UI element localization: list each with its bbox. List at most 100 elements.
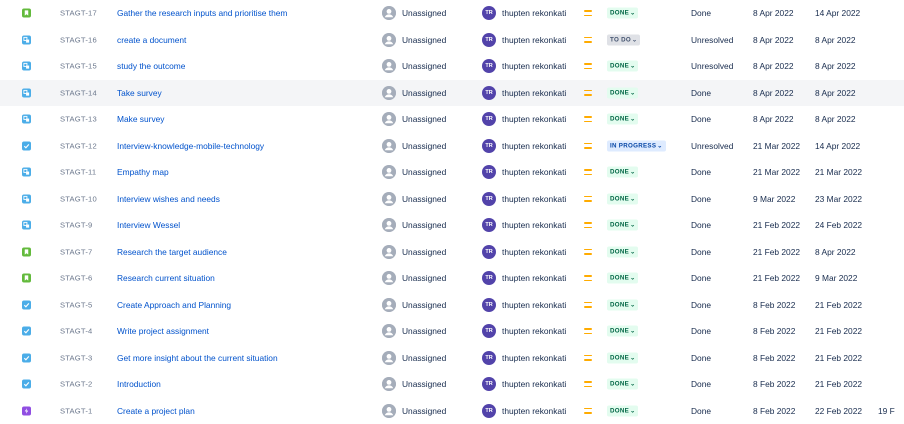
table-row[interactable]: STAGT-1 Create a project plan Unassigned TR… bbox=[0, 398, 904, 424]
reporter-cell[interactable]: TRthupten rekonkati bbox=[482, 351, 566, 365]
status-dropdown[interactable]: DONE⌄ bbox=[607, 379, 638, 390]
reporter-cell[interactable]: TRthupten rekonkati bbox=[482, 404, 566, 418]
reporter-cell[interactable]: TRthupten rekonkati bbox=[482, 6, 566, 20]
issue-key[interactable]: STAGT-12 bbox=[60, 141, 97, 150]
issue-summary-link[interactable]: Interview Wessel bbox=[117, 220, 180, 230]
assignee-cell[interactable]: Unassigned bbox=[382, 218, 446, 232]
issue-key[interactable]: STAGT-10 bbox=[60, 194, 97, 203]
assignee-cell[interactable]: Unassigned bbox=[382, 404, 446, 418]
issue-summary-link[interactable]: Take survey bbox=[117, 88, 162, 98]
assignee-cell[interactable]: Unassigned bbox=[382, 33, 446, 47]
reporter-cell[interactable]: TRthupten rekonkati bbox=[482, 112, 566, 126]
created-date: 8 Feb 2022 bbox=[753, 326, 795, 336]
issue-key[interactable]: STAGT-1 bbox=[60, 406, 92, 415]
table-row[interactable]: STAGT-11 Empathy map Unassigned TRthupten r… bbox=[0, 159, 904, 186]
reporter-cell[interactable]: TRthupten rekonkati bbox=[482, 298, 566, 312]
issue-summary-link[interactable]: Interview-knowledge-mobile-technology bbox=[117, 141, 264, 151]
reporter-cell[interactable]: TRthupten rekonkati bbox=[482, 59, 566, 73]
status-dropdown[interactable]: DONE⌄ bbox=[607, 299, 638, 310]
issue-key[interactable]: STAGT-3 bbox=[60, 353, 92, 362]
assignee-cell[interactable]: Unassigned bbox=[382, 377, 446, 391]
table-row[interactable]: STAGT-12 Interview-knowledge-mobile-techn… bbox=[0, 133, 904, 160]
user-placeholder-icon bbox=[382, 33, 396, 47]
status-dropdown[interactable]: DONE⌄ bbox=[607, 167, 638, 178]
issue-summary-link[interactable]: Introduction bbox=[117, 379, 161, 389]
issue-key[interactable]: STAGT-13 bbox=[60, 115, 97, 124]
assignee-cell[interactable]: Unassigned bbox=[382, 298, 446, 312]
table-row[interactable]: STAGT-6 Research current situation Unassig… bbox=[0, 265, 904, 292]
reporter-cell[interactable]: TRthupten rekonkati bbox=[482, 33, 566, 47]
table-row[interactable]: STAGT-7 Research the target audience Unass… bbox=[0, 239, 904, 266]
assignee-cell[interactable]: Unassigned bbox=[382, 351, 446, 365]
table-row[interactable]: STAGT-17 Gather the research inputs and p… bbox=[0, 0, 904, 27]
reporter-cell[interactable]: TRthupten rekonkati bbox=[482, 271, 566, 285]
assignee-cell[interactable]: Unassigned bbox=[382, 139, 446, 153]
issue-key[interactable]: STAGT-6 bbox=[60, 274, 92, 283]
status-dropdown[interactable]: DONE⌄ bbox=[607, 87, 638, 98]
assignee-cell[interactable]: Unassigned bbox=[382, 59, 446, 73]
table-row[interactable]: STAGT-13 Make survey Unassigned TRthupten r… bbox=[0, 106, 904, 133]
issue-key[interactable]: STAGT-5 bbox=[60, 300, 92, 309]
issue-key[interactable]: STAGT-7 bbox=[60, 247, 92, 256]
table-row[interactable]: STAGT-4 Write project assignment Unassigne… bbox=[0, 318, 904, 345]
assignee-cell[interactable]: Unassigned bbox=[382, 165, 446, 179]
status-dropdown[interactable]: DONE⌄ bbox=[607, 8, 638, 19]
table-row[interactable]: STAGT-15 study the outcome Unassigned TRthu… bbox=[0, 53, 904, 80]
updated-date: 8 Apr 2022 bbox=[815, 88, 856, 98]
issue-key[interactable]: STAGT-11 bbox=[60, 168, 96, 177]
table-row[interactable]: STAGT-9 Interview Wessel Unassigned TRthupt… bbox=[0, 212, 904, 239]
reporter-cell[interactable]: TRthupten rekonkati bbox=[482, 324, 566, 338]
issue-key[interactable]: STAGT-14 bbox=[60, 88, 97, 97]
issue-key[interactable]: STAGT-2 bbox=[60, 380, 92, 389]
reporter-cell[interactable]: TRthupten rekonkati bbox=[482, 245, 566, 259]
table-row[interactable]: STAGT-5 Create Approach and Planning Unass… bbox=[0, 292, 904, 319]
reporter-cell[interactable]: TRthupten rekonkati bbox=[482, 165, 566, 179]
status-dropdown[interactable]: TO DO⌄ bbox=[607, 34, 640, 45]
issue-summary-link[interactable]: Gather the research inputs and prioritis… bbox=[117, 8, 287, 18]
reporter-cell[interactable]: TRthupten rekonkati bbox=[482, 377, 566, 391]
status-dropdown[interactable]: IN PROGRESS⌄ bbox=[607, 140, 666, 151]
status-dropdown[interactable]: DONE⌄ bbox=[607, 405, 638, 416]
table-row[interactable]: STAGT-2 Introduction Unassigned TRthupten r… bbox=[0, 371, 904, 398]
reporter-cell[interactable]: TRthupten rekonkati bbox=[482, 192, 566, 206]
status-dropdown[interactable]: DONE⌄ bbox=[607, 61, 638, 72]
status-dropdown[interactable]: DONE⌄ bbox=[607, 273, 638, 284]
issue-summary-link[interactable]: create a document bbox=[117, 35, 186, 45]
issue-summary-link[interactable]: Get more insight about the current situa… bbox=[117, 353, 278, 363]
status-dropdown[interactable]: DONE⌄ bbox=[607, 220, 638, 231]
status-dropdown[interactable]: DONE⌄ bbox=[607, 246, 638, 257]
issue-summary-link[interactable]: Create a project plan bbox=[117, 406, 195, 416]
issue-summary-link[interactable]: Create Approach and Planning bbox=[117, 300, 231, 310]
issue-key[interactable]: STAGT-9 bbox=[60, 221, 92, 230]
reporter-cell[interactable]: TRthupten rekonkati bbox=[482, 86, 566, 100]
issue-summary-link[interactable]: Make survey bbox=[117, 114, 164, 124]
assignee-cell[interactable]: Unassigned bbox=[382, 271, 446, 285]
issue-summary-link[interactable]: Write project assignment bbox=[117, 326, 209, 336]
assignee-cell[interactable]: Unassigned bbox=[382, 6, 446, 20]
issue-summary-link[interactable]: Empathy map bbox=[117, 167, 169, 177]
issue-key[interactable]: STAGT-15 bbox=[60, 62, 97, 71]
issue-summary-link[interactable]: Research the target audience bbox=[117, 247, 227, 257]
table-row[interactable]: STAGT-3 Get more insight about the curren… bbox=[0, 345, 904, 372]
issue-summary-link[interactable]: study the outcome bbox=[117, 61, 185, 71]
status-dropdown[interactable]: DONE⌄ bbox=[607, 352, 638, 363]
issue-summary-link[interactable]: Research current situation bbox=[117, 273, 215, 283]
status-dropdown[interactable]: DONE⌄ bbox=[607, 326, 638, 337]
status-dropdown[interactable]: DONE⌄ bbox=[607, 193, 638, 204]
reporter-cell[interactable]: TRthupten rekonkati bbox=[482, 139, 566, 153]
assignee-cell[interactable]: Unassigned bbox=[382, 324, 446, 338]
assignee-cell[interactable]: Unassigned bbox=[382, 86, 446, 100]
assignee-cell[interactable]: Unassigned bbox=[382, 112, 446, 126]
issue-key[interactable]: STAGT-17 bbox=[60, 9, 97, 18]
issue-summary-link[interactable]: Interview wishes and needs bbox=[117, 194, 220, 204]
table-row[interactable]: STAGT-10 Interview wishes and needs Unassi… bbox=[0, 186, 904, 213]
assignee-cell[interactable]: Unassigned bbox=[382, 192, 446, 206]
status-dropdown[interactable]: DONE⌄ bbox=[607, 114, 638, 125]
checkbox-icon bbox=[22, 380, 31, 389]
issue-key[interactable]: STAGT-16 bbox=[60, 35, 97, 44]
assignee-cell[interactable]: Unassigned bbox=[382, 245, 446, 259]
issue-key[interactable]: STAGT-4 bbox=[60, 327, 92, 336]
reporter-cell[interactable]: TRthupten rekonkati bbox=[482, 218, 566, 232]
table-row[interactable]: STAGT-16 create a document Unassigned TRthu… bbox=[0, 27, 904, 54]
table-row[interactable]: STAGT-14 Take survey Unassigned TRthupten r… bbox=[0, 80, 904, 107]
